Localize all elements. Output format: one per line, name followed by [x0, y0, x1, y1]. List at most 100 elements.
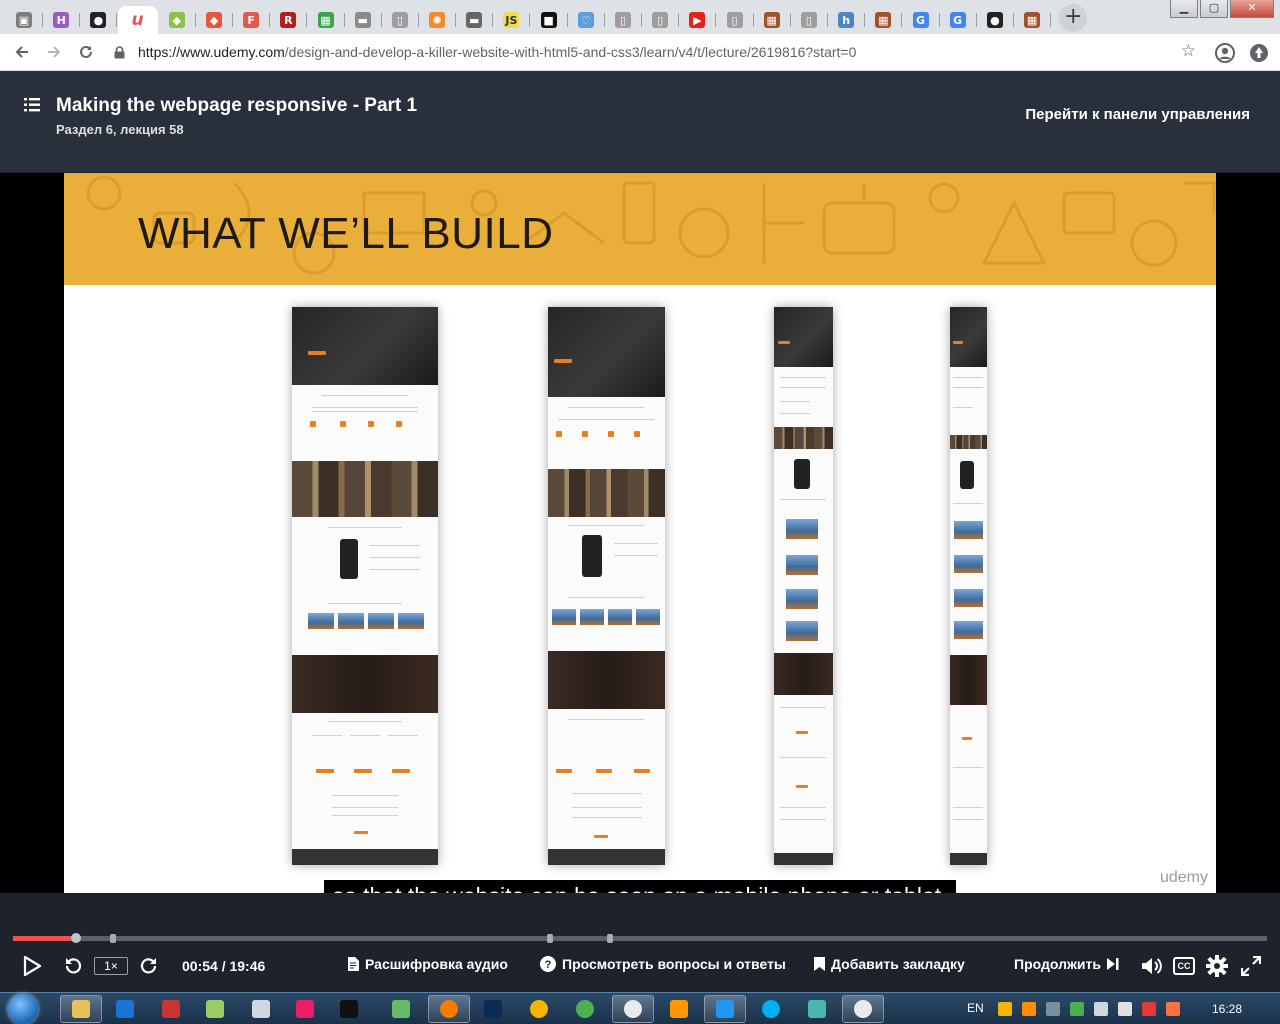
browser-tab[interactable]: ■ — [531, 6, 568, 34]
browser-tab[interactable]: ● — [977, 6, 1014, 34]
continue-button[interactable]: Продолжить — [1014, 956, 1119, 972]
app-tray-icon[interactable] — [1022, 1002, 1036, 1016]
transcript-label: Расшифровка аудио — [365, 956, 508, 972]
fullscreen-button[interactable] — [1239, 954, 1263, 978]
taskbar-app[interactable] — [194, 995, 236, 1023]
video-player[interactable]: WHAT WE’LL BUILD udemy — [0, 173, 1280, 893]
chapter-marker[interactable] — [606, 934, 613, 943]
browser-tab[interactable]: ▶ — [679, 6, 717, 34]
settings-button[interactable] — [1205, 954, 1229, 978]
taskbar-app[interactable] — [240, 995, 282, 1023]
browser-tab[interactable]: u — [117, 6, 158, 34]
reload-button[interactable] — [70, 36, 102, 68]
android-icon — [206, 1000, 224, 1018]
browser-tab[interactable]: ▦ — [1014, 6, 1052, 34]
rewind-button[interactable] — [61, 954, 85, 978]
security-tray-icon[interactable] — [1166, 1002, 1180, 1016]
browser-tab[interactable]: ♡ — [568, 6, 605, 34]
taskbar-app[interactable] — [104, 995, 146, 1023]
view-qa-button[interactable]: ? Просмотреть вопросы и ответы — [540, 956, 786, 972]
desktop-layout-mockup — [292, 307, 438, 865]
transcript-button[interactable]: Расшифровка аудио — [347, 956, 508, 972]
browser-tab[interactable]: F — [233, 6, 271, 34]
input-language-indicator[interactable]: EN — [967, 1001, 984, 1015]
volume-icon — [1142, 958, 1162, 974]
add-bookmark-button[interactable]: Добавить закладку — [814, 956, 965, 972]
browser-tab[interactable]: H — [43, 6, 81, 34]
taskbar-app[interactable] — [842, 995, 884, 1023]
taskbar-app[interactable] — [60, 995, 102, 1023]
intellij-icon — [340, 1000, 358, 1018]
course-menu-icon[interactable] — [24, 98, 40, 112]
back-button[interactable] — [6, 36, 38, 68]
maximize-button[interactable]: ▢ — [1200, 0, 1228, 18]
browser-tab[interactable]: ● — [80, 6, 118, 34]
windows-start-button[interactable] — [8, 994, 38, 1024]
browser-tab[interactable]: G — [940, 6, 977, 34]
new-tab-button[interactable]: + — [1059, 4, 1088, 32]
play-button[interactable] — [20, 954, 44, 978]
closed-captions-button[interactable]: CC — [1173, 957, 1195, 975]
update-tray-icon[interactable] — [1070, 1002, 1084, 1016]
taskbar-app[interactable] — [328, 995, 370, 1023]
firefox-icon — [440, 1000, 458, 1018]
progress-fill — [13, 936, 72, 941]
taskbar-app[interactable] — [796, 995, 838, 1023]
browser-tab[interactable]: ▯ — [791, 6, 828, 34]
chapter-marker[interactable] — [546, 934, 553, 943]
browser-tab[interactable]: ▦ — [754, 6, 791, 34]
browser-tab[interactable]: ▯ — [642, 6, 680, 34]
document-icon: ▯ — [726, 12, 743, 28]
browser-tab[interactable]: ▯ — [717, 6, 754, 34]
address-bar[interactable]: https://www.udemy.com/design-and-develop… — [112, 38, 1204, 66]
progress-handle[interactable] — [71, 933, 82, 943]
taskbar-app[interactable] — [658, 995, 700, 1023]
volume-button[interactable] — [1140, 954, 1164, 978]
explorer-icon — [72, 1000, 90, 1018]
browser-tab[interactable]: ▣ — [6, 6, 43, 34]
taskbar-app[interactable] — [380, 995, 422, 1023]
extension-icon[interactable] — [1248, 42, 1270, 64]
browser-tab[interactable]: ◆ — [159, 6, 196, 34]
forward-skip-button[interactable] — [137, 954, 161, 978]
progress-bar[interactable] — [13, 933, 1267, 943]
browser-tab[interactable]: ▬ — [456, 6, 494, 34]
browser-tab[interactable]: ✺ — [419, 6, 457, 34]
chapter-marker[interactable] — [110, 934, 117, 943]
h-blue-icon: h — [838, 12, 855, 28]
system-clock[interactable]: 16:28 — [1212, 1002, 1242, 1016]
taskbar-app[interactable] — [472, 995, 514, 1023]
network-tray-icon[interactable] — [1094, 1002, 1108, 1016]
taskbar-app[interactable] — [428, 995, 470, 1023]
taskbar-app[interactable] — [284, 995, 326, 1023]
go-to-dashboard-link[interactable]: Перейти к панели управления — [1025, 106, 1250, 123]
taskbar-app[interactable] — [612, 995, 654, 1023]
browser-tab[interactable]: h — [828, 6, 866, 34]
minimize-button[interactable]: ▁ — [1170, 0, 1198, 18]
view-qa-label: Просмотреть вопросы и ответы — [562, 956, 786, 972]
browser-tab[interactable]: ▦ — [865, 6, 903, 34]
browser-tab[interactable]: R — [270, 6, 308, 34]
browser-tab[interactable]: G — [903, 6, 940, 34]
browser-tab[interactable]: ▬ — [345, 6, 382, 34]
taskbar-app[interactable] — [564, 995, 606, 1023]
browser-tab[interactable]: ▯ — [605, 6, 642, 34]
taskbar-app[interactable] — [150, 995, 192, 1023]
taskbar-app[interactable] — [518, 995, 560, 1023]
bookmark-star-icon[interactable]: ☆ — [1181, 41, 1196, 61]
js-icon: JS — [503, 12, 520, 28]
volume-tray-icon[interactable] — [1118, 1002, 1132, 1016]
close-window-button[interactable]: ✕ — [1230, 0, 1274, 18]
taskbar-app[interactable] — [750, 995, 792, 1023]
browser-tab[interactable]: JS — [493, 6, 531, 34]
browser-tab[interactable]: ▦ — [308, 6, 345, 34]
browser-tab[interactable]: ◆ — [196, 6, 233, 34]
playback-rate-button[interactable]: 1× — [94, 957, 128, 975]
forward-button[interactable] — [38, 36, 70, 68]
browser-tab[interactable]: ▯ — [382, 6, 419, 34]
chrome-tray-icon[interactable] — [998, 1002, 1012, 1016]
profile-avatar-icon[interactable] — [1214, 42, 1236, 64]
dropbox-tray-icon[interactable] — [1046, 1002, 1060, 1016]
flag-tray-icon[interactable] — [1142, 1002, 1156, 1016]
taskbar-app[interactable] — [704, 995, 746, 1023]
